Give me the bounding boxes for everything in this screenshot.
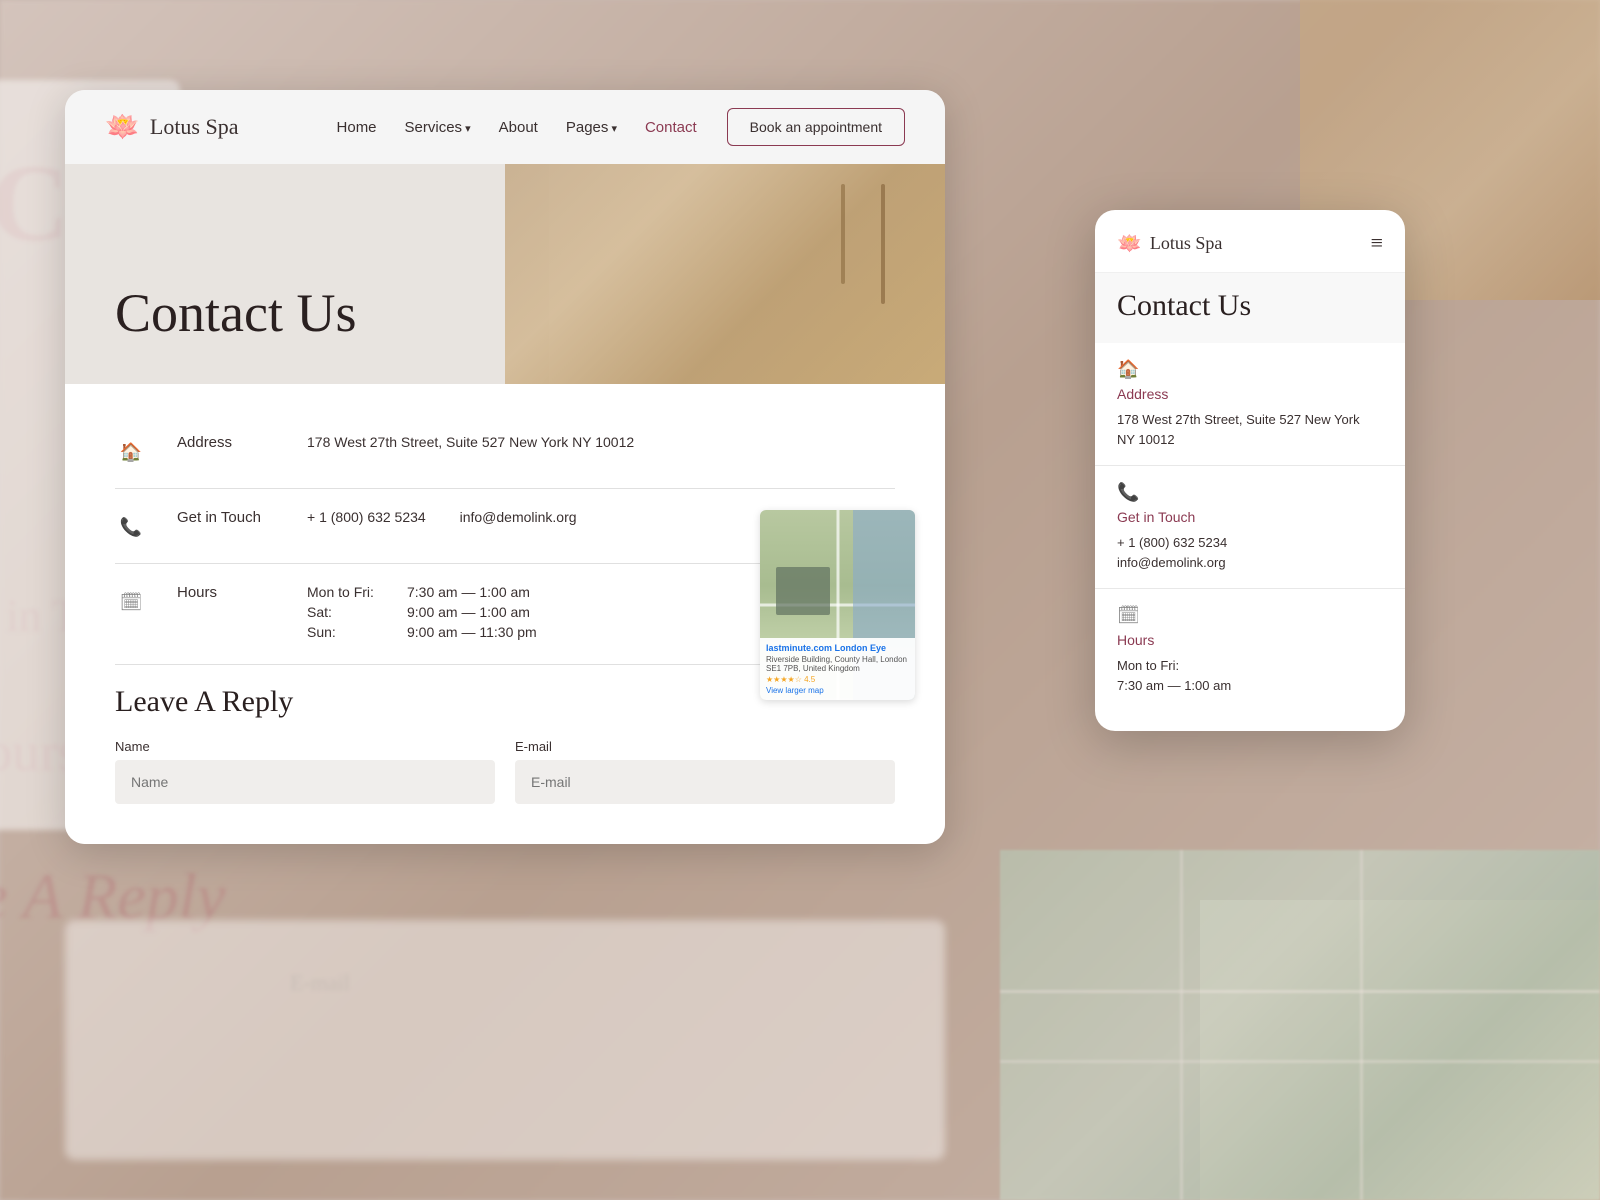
name-group: Name <box>115 739 495 804</box>
nav-home[interactable]: Home <box>337 119 377 136</box>
phone-value: + 1 (800) 632 5234 <box>307 509 426 525</box>
mobile-phone-icon: 📞 <box>1117 482 1383 503</box>
desktop-card: 🪷 Lotus Spa Home Services About Pages Co… <box>65 90 945 844</box>
hero-section: Contact Us <box>65 164 945 384</box>
bg-blur-card-bottom <box>65 920 945 1160</box>
mobile-contact-value: + 1 (800) 632 5234 info@demolink.org <box>1117 533 1383 572</box>
hours-time-3: 9:00 am — 11:30 pm <box>407 624 537 640</box>
bg-map <box>1000 850 1600 1200</box>
hours-label: Hours <box>177 584 277 601</box>
logo-text: Lotus Spa <box>150 114 239 140</box>
book-button[interactable]: Book an appointment <box>727 108 905 146</box>
email-label: E-mail <box>515 739 895 754</box>
clock-icon: 🗓 <box>115 586 147 618</box>
mobile-logo-text: Lotus Spa <box>1150 233 1223 254</box>
navbar: 🪷 Lotus Spa Home Services About Pages Co… <box>65 90 945 164</box>
map-rating: ★★★★☆ 4.5 <box>766 675 909 684</box>
mobile-hours-section: 🗓 Hours Mon to Fri: 7:30 am — 1:00 am <box>1095 589 1405 711</box>
hours-day-1: Mon to Fri: <box>307 584 387 600</box>
mobile-hours-value: Mon to Fri: 7:30 am — 1:00 am <box>1117 656 1383 695</box>
mobile-clock-icon: 🗓 <box>1117 605 1383 626</box>
mobile-address-label: Address <box>1117 386 1383 402</box>
address-value: 178 West 27th Street, Suite 527 New York… <box>307 434 895 450</box>
nav-contact[interactable]: Contact <box>645 119 697 136</box>
mobile-home-icon: 🏠 <box>1117 359 1383 380</box>
nav-services[interactable]: Services <box>405 119 471 136</box>
nav-about[interactable]: About <box>499 119 538 136</box>
map-link[interactable]: View larger map <box>766 686 909 695</box>
mobile-card: 🪷 Lotus Spa ≡ Contact Us 🏠 Address 178 W… <box>1095 210 1405 731</box>
email-group: E-mail <box>515 739 895 804</box>
map-overlay: lastminute.com London Eye Riverside Buil… <box>760 638 915 700</box>
hours-time-2: 9:00 am — 1:00 am <box>407 604 530 620</box>
phone-icon: 📞 <box>115 511 147 543</box>
form-row: Name E-mail <box>115 739 895 804</box>
mobile-hero: Contact Us <box>1095 273 1405 343</box>
contact-label: Get in Touch <box>177 509 277 526</box>
hours-day-2: Sat: <box>307 604 387 620</box>
page-title: Contact Us <box>115 282 356 344</box>
email-input[interactable] <box>515 760 895 804</box>
mobile-phone-value: + 1 (800) 632 5234 <box>1117 533 1383 553</box>
mobile-email-value: info@demolink.org <box>1117 553 1383 573</box>
address-label: Address <box>177 434 277 451</box>
map-thumbnail: lastminute.com London Eye Riverside Buil… <box>760 510 915 700</box>
name-label: Name <box>115 739 495 754</box>
mobile-hours-label: Hours <box>1117 632 1383 648</box>
mobile-navbar: 🪷 Lotus Spa ≡ <box>1095 210 1405 273</box>
mobile-hours-time: 7:30 am — 1:00 am <box>1117 676 1383 696</box>
hamburger-menu[interactable]: ≡ <box>1371 230 1383 256</box>
mobile-contact-label: Get in Touch <box>1117 509 1383 525</box>
hours-day-3: Sun: <box>307 624 387 640</box>
lotus-icon: 🪷 <box>105 110 140 144</box>
home-icon: 🏠 <box>115 436 147 468</box>
email-value: info@demolink.org <box>460 509 577 525</box>
mobile-contact-section: 📞 Get in Touch + 1 (800) 632 5234 info@d… <box>1095 466 1405 589</box>
mobile-lotus-icon: 🪷 <box>1117 231 1142 256</box>
mobile-logo-area: 🪷 Lotus Spa <box>1117 231 1371 256</box>
mobile-address-value: 178 West 27th Street, Suite 527 New York… <box>1117 410 1383 449</box>
mobile-hours-day: Mon to Fri: <box>1117 656 1383 676</box>
nav-links: Home Services About Pages Contact <box>337 119 697 136</box>
map-address: Riverside Building, County Hall, London … <box>766 655 909 673</box>
mobile-address-section: 🏠 Address 178 West 27th Street, Suite 52… <box>1095 343 1405 466</box>
address-section: 🏠 Address 178 West 27th Street, Suite 52… <box>115 414 895 489</box>
logo-area: 🪷 Lotus Spa <box>105 110 239 144</box>
nav-pages[interactable]: Pages <box>566 119 617 136</box>
name-input[interactable] <box>115 760 495 804</box>
map-label: lastminute.com London Eye <box>766 643 909 653</box>
hours-time-1: 7:30 am — 1:00 am <box>407 584 530 600</box>
mobile-page-title: Contact Us <box>1117 289 1383 323</box>
